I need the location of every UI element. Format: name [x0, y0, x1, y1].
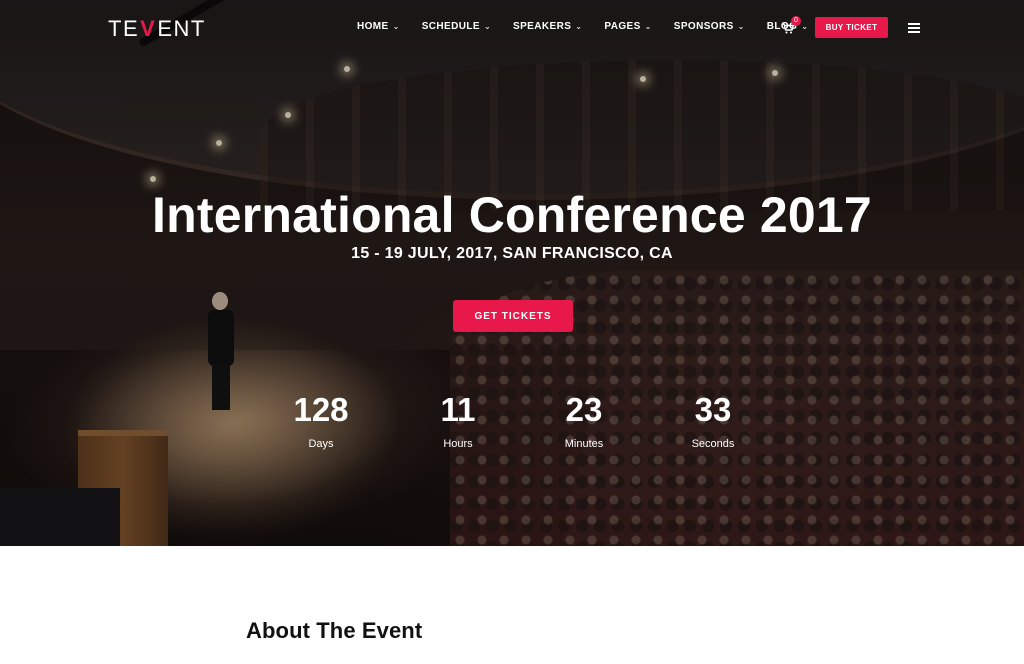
countdown-value: 23: [565, 391, 603, 428]
chevron-down-icon: ⌄: [644, 22, 652, 31]
countdown-value: 11: [440, 391, 476, 428]
hero-section: TE V ENT HOME ⌄ SCHEDULE ⌄ SPEAKERS ⌄ PAGE…: [0, 0, 1024, 546]
site-logo[interactable]: TE V ENT: [108, 16, 206, 42]
countdown-seconds: 33 Seconds: [663, 390, 763, 450]
chevron-down-icon: ⌄: [392, 22, 400, 31]
countdown-value: 33: [694, 391, 732, 428]
about-section-title: About The Event: [246, 618, 423, 643]
countdown-label: Minutes: [564, 438, 604, 450]
countdown-value: 128: [293, 391, 349, 428]
chevron-down-icon: ⌄: [575, 22, 583, 31]
nav-menu: HOME ⌄ SCHEDULE ⌄ SPEAKERS ⌄ PAGES ⌄ SPO…: [357, 21, 830, 32]
logo-text-prefix: TE: [108, 16, 140, 41]
countdown-label: Days: [308, 438, 334, 450]
countdown-hours: 11 Hours: [408, 390, 508, 450]
countdown-label: Hours: [443, 438, 473, 450]
logo-check-mark: V: [140, 16, 157, 41]
nav-item-schedule[interactable]: SCHEDULE ⌄: [422, 21, 491, 32]
cart-button[interactable]: 0: [782, 16, 804, 39]
countdown-minutes: 23 Minutes: [534, 390, 634, 450]
hero-overlay: [0, 0, 1024, 546]
nav-item-sponsors[interactable]: SPONSORS ⌄: [674, 21, 745, 32]
nav-item-label: SPONSORS: [673, 21, 734, 32]
nav-item-label: SPEAKERS: [513, 21, 572, 32]
buy-ticket-button[interactable]: BUY TICKET: [815, 17, 888, 38]
cart-count-badge: 0: [791, 16, 801, 26]
nav-item-label: HOME: [357, 21, 389, 32]
logo-text-suffix: ENT: [157, 16, 206, 41]
nav-item-label: SCHEDULE: [421, 21, 480, 32]
nav-item-pages[interactable]: PAGES ⌄: [604, 21, 651, 32]
main-navigation: TE V ENT HOME ⌄ SCHEDULE ⌄ SPEAKERS ⌄ PAGE…: [0, 0, 1024, 56]
chevron-down-icon: ⌄: [483, 22, 492, 31]
nav-item-speakers[interactable]: SPEAKERS ⌄: [513, 21, 582, 32]
hero-subtitle: 15 - 19 JULY, 2017, SAN FRANCISCO, CA: [351, 245, 673, 262]
hero-title: International Conference 2017: [152, 187, 872, 243]
countdown-label: Seconds: [691, 438, 735, 450]
nav-item-label: PAGES: [604, 21, 641, 32]
chevron-down-icon: ⌄: [737, 22, 745, 31]
countdown-days: 128 Days: [271, 390, 371, 450]
get-tickets-button[interactable]: GET TICKETS: [453, 300, 573, 332]
nav-item-home[interactable]: HOME ⌄: [357, 21, 400, 32]
hamburger-icon[interactable]: [908, 23, 920, 33]
